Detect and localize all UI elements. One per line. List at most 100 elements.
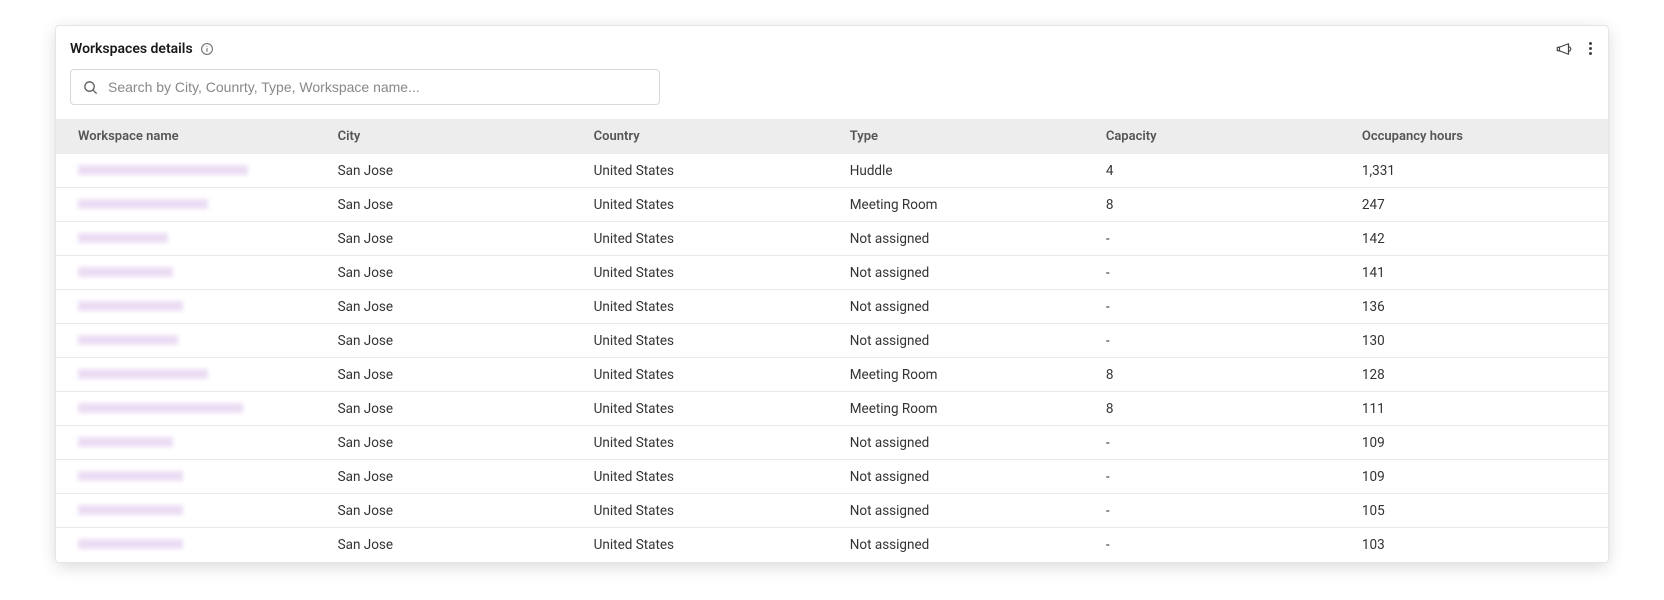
cell-occupancy-hours: 128: [1352, 367, 1608, 383]
cell-city: San Jose: [328, 299, 584, 315]
table-row[interactable]: San JoseUnited StatesMeeting Room8111: [56, 392, 1608, 426]
table-row[interactable]: San JoseUnited StatesNot assigned-136: [56, 290, 1608, 324]
cell-country: United States: [584, 163, 840, 179]
redacted-name: [78, 437, 173, 447]
cell-country: United States: [584, 435, 840, 451]
cell-workspace-name: [56, 231, 328, 247]
table-header: Workspace name City Country Type Capacit…: [56, 119, 1608, 154]
cell-capacity: 8: [1096, 401, 1352, 417]
cell-city: San Jose: [328, 163, 584, 179]
cell-capacity: -: [1096, 435, 1352, 451]
cell-city: San Jose: [328, 265, 584, 281]
redacted-name: [78, 199, 208, 209]
cell-occupancy-hours: 109: [1352, 435, 1608, 451]
cell-country: United States: [584, 197, 840, 213]
cell-occupancy-hours: 109: [1352, 469, 1608, 485]
cell-workspace-name: [56, 503, 328, 519]
cell-occupancy-hours: 105: [1352, 503, 1608, 519]
title-wrap: Workspaces details: [70, 41, 214, 57]
table-row[interactable]: San JoseUnited StatesNot assigned-109: [56, 426, 1608, 460]
cell-occupancy-hours: 142: [1352, 231, 1608, 247]
table-row[interactable]: San JoseUnited StatesNot assigned-142: [56, 222, 1608, 256]
search-input[interactable]: [108, 79, 647, 95]
redacted-name: [78, 267, 173, 277]
workspaces-details-card: Workspaces details: [55, 25, 1609, 563]
table-row[interactable]: San JoseUnited StatesNot assigned-130: [56, 324, 1608, 358]
cell-city: San Jose: [328, 503, 584, 519]
table-row[interactable]: San JoseUnited StatesNot assigned-109: [56, 460, 1608, 494]
cell-type: Not assigned: [840, 265, 1096, 281]
cell-city: San Jose: [328, 197, 584, 213]
cell-city: San Jose: [328, 537, 584, 553]
redacted-name: [78, 233, 168, 243]
table-row[interactable]: San JoseUnited StatesNot assigned-103: [56, 528, 1608, 562]
table-row[interactable]: San JoseUnited StatesNot assigned-105: [56, 494, 1608, 528]
cell-city: San Jose: [328, 367, 584, 383]
table-row[interactable]: San JoseUnited StatesMeeting Room8128: [56, 358, 1608, 392]
cell-workspace-name: [56, 367, 328, 383]
table-row[interactable]: San JoseUnited StatesMeeting Room8247: [56, 188, 1608, 222]
redacted-name: [78, 165, 248, 175]
cell-capacity: -: [1096, 537, 1352, 553]
cell-workspace-name: [56, 333, 328, 349]
cell-occupancy-hours: 247: [1352, 197, 1608, 213]
cell-city: San Jose: [328, 401, 584, 417]
card-header: Workspaces details: [56, 38, 1608, 69]
cell-capacity: -: [1096, 333, 1352, 349]
search-box[interactable]: [70, 69, 660, 105]
cell-type: Not assigned: [840, 435, 1096, 451]
cell-type: Meeting Room: [840, 401, 1096, 417]
redacted-name: [78, 505, 183, 515]
cell-occupancy-hours: 136: [1352, 299, 1608, 315]
cell-city: San Jose: [328, 469, 584, 485]
cell-type: Not assigned: [840, 503, 1096, 519]
cell-workspace-name: [56, 197, 328, 213]
cell-type: Not assigned: [840, 537, 1096, 553]
col-header-workspace-name[interactable]: Workspace name: [56, 129, 328, 144]
cell-type: Meeting Room: [840, 197, 1096, 213]
cell-capacity: -: [1096, 231, 1352, 247]
cell-workspace-name: [56, 299, 328, 315]
cell-occupancy-hours: 103: [1352, 537, 1608, 553]
cell-country: United States: [584, 503, 840, 519]
cell-workspace-name: [56, 265, 328, 281]
cell-capacity: 4: [1096, 163, 1352, 179]
col-header-capacity[interactable]: Capacity: [1096, 129, 1352, 144]
cell-capacity: -: [1096, 265, 1352, 281]
search-wrap: [56, 69, 1608, 119]
redacted-name: [78, 369, 208, 379]
redacted-name: [78, 471, 183, 481]
cell-country: United States: [584, 367, 840, 383]
info-icon[interactable]: [200, 42, 214, 56]
cell-type: Not assigned: [840, 469, 1096, 485]
more-menu-button[interactable]: [1587, 38, 1594, 59]
col-header-city[interactable]: City: [328, 129, 584, 144]
cell-country: United States: [584, 265, 840, 281]
redacted-name: [78, 301, 183, 311]
cell-type: Not assigned: [840, 333, 1096, 349]
megaphone-icon[interactable]: [1555, 40, 1573, 58]
cell-city: San Jose: [328, 435, 584, 451]
cell-workspace-name: [56, 537, 328, 553]
col-header-country[interactable]: Country: [584, 129, 840, 144]
cell-city: San Jose: [328, 333, 584, 349]
col-header-type[interactable]: Type: [840, 129, 1096, 144]
redacted-name: [78, 539, 183, 549]
cell-capacity: -: [1096, 469, 1352, 485]
cell-country: United States: [584, 231, 840, 247]
cell-workspace-name: [56, 401, 328, 417]
cell-country: United States: [584, 469, 840, 485]
cell-country: United States: [584, 333, 840, 349]
search-icon: [83, 80, 98, 95]
redacted-name: [78, 403, 243, 413]
cell-capacity: 8: [1096, 367, 1352, 383]
redacted-name: [78, 335, 178, 345]
table-row[interactable]: San JoseUnited StatesHuddle41,331: [56, 154, 1608, 188]
col-header-occupancy-hours[interactable]: Occupancy hours: [1352, 129, 1608, 144]
cell-country: United States: [584, 401, 840, 417]
cell-capacity: -: [1096, 503, 1352, 519]
cell-country: United States: [584, 299, 840, 315]
cell-type: Huddle: [840, 163, 1096, 179]
table-row[interactable]: San JoseUnited StatesNot assigned-141: [56, 256, 1608, 290]
cell-country: United States: [584, 537, 840, 553]
